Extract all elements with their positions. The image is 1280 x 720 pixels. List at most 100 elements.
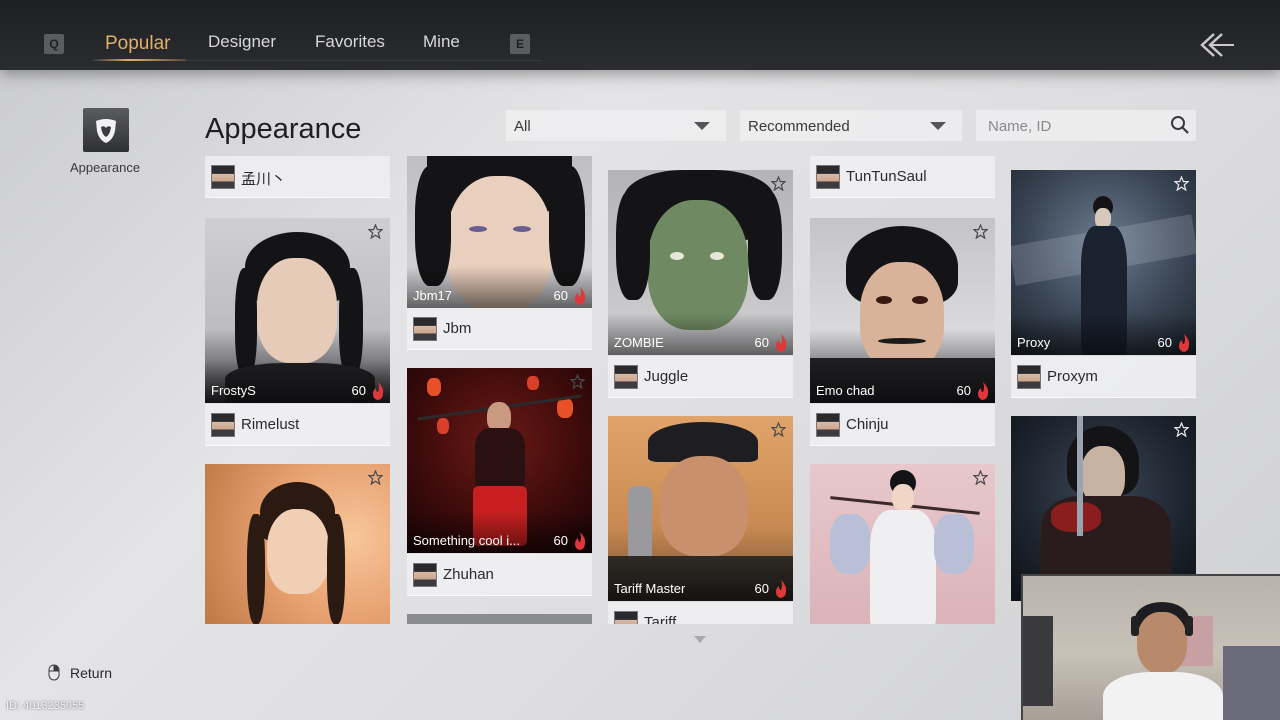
card-author-bar: 孟川丶	[205, 156, 390, 198]
appearance-card[interactable]: Tariff Master 60 Tariff...	[608, 416, 793, 624]
avatar	[816, 165, 840, 189]
star-icon[interactable]	[973, 224, 988, 239]
appearance-card[interactable]: Proxy 60 Proxym	[1011, 170, 1196, 398]
card-popularity: 60	[956, 383, 971, 398]
q-key-hint[interactable]: Q	[44, 34, 64, 54]
star-icon[interactable]	[368, 224, 383, 239]
card-author-bar: Juggle	[608, 356, 793, 398]
avatar	[614, 611, 638, 624]
card-author-bar: Chinju	[810, 404, 995, 446]
card-popularity: 60	[553, 288, 568, 303]
search-box[interactable]	[976, 110, 1196, 141]
card-thumbnail: Proxy 60	[1011, 170, 1196, 355]
star-icon[interactable]	[771, 422, 786, 437]
sidebar-item-appearance[interactable]	[83, 108, 129, 152]
card-author-bar: Rimelust	[205, 404, 390, 446]
star-icon[interactable]	[368, 470, 383, 485]
tab-favorites[interactable]: Favorites	[315, 32, 385, 52]
e-key-hint[interactable]: E	[510, 34, 530, 54]
flame-icon	[575, 532, 586, 550]
avatar	[413, 563, 437, 587]
card-popularity: 60	[553, 533, 568, 548]
card-thumbnail: FrostyS 60	[205, 218, 390, 403]
card-popularity: 60	[754, 581, 769, 596]
appearance-card[interactable]	[407, 614, 592, 624]
avatar	[211, 413, 235, 437]
avatar	[816, 413, 840, 437]
star-icon[interactable]	[771, 176, 786, 191]
card-design-name: Jbm17	[413, 288, 453, 303]
sort-dropdown[interactable]: Recommended	[740, 110, 962, 141]
card-thumbnail: Jbm17 60	[407, 156, 592, 308]
card-author: Tariff...	[644, 614, 689, 624]
star-icon[interactable]	[1174, 422, 1189, 437]
card-thumbnail: ZOMBIE 60	[608, 170, 793, 355]
flame-icon	[373, 382, 384, 400]
sort-dropdown-value: Recommended	[748, 118, 850, 135]
appearance-card[interactable]: 孟川丶	[205, 156, 390, 200]
appearance-card[interactable]: FrostyS 60 Rimelust	[205, 218, 390, 446]
appearance-mask-icon	[96, 119, 116, 143]
card-thumbnail	[205, 464, 390, 624]
active-tab-underline	[92, 59, 186, 61]
flame-icon	[575, 287, 586, 305]
flame-icon	[1179, 334, 1190, 352]
card-thumbnail: Emo chad 60	[810, 218, 995, 403]
appearance-card[interactable]	[810, 464, 995, 624]
appearance-card[interactable]	[205, 464, 390, 624]
appearance-grid: 孟川丶 FrostyS 60 Rimelust Jbm17 60 Jbm Som…	[200, 150, 1210, 624]
flame-icon	[776, 334, 787, 352]
card-design-name: Tariff Master	[614, 581, 686, 596]
star-icon[interactable]	[973, 470, 988, 485]
appearance-card[interactable]: Something cool i... 60 Zhuhan	[407, 368, 592, 596]
tab-popular[interactable]: Popular	[105, 33, 171, 55]
card-author: Juggle	[644, 368, 689, 385]
avatar	[1017, 365, 1041, 389]
category-dropdown[interactable]: All	[506, 110, 726, 141]
card-author: Jbm	[443, 320, 472, 337]
appearance-card[interactable]: Emo chad 60 Chinju	[810, 218, 995, 446]
card-thumbnail	[810, 464, 995, 624]
card-author: Proxym	[1047, 368, 1098, 385]
card-design-name: Emo chad	[816, 383, 875, 398]
card-design-name: ZOMBIE	[614, 335, 664, 350]
appearance-card[interactable]: Jbm17 60 Jbm	[407, 156, 592, 351]
category-dropdown-value: All	[514, 118, 531, 135]
search-input[interactable]	[988, 116, 1168, 136]
card-popularity: 60	[1157, 335, 1172, 350]
card-thumbnail	[407, 614, 592, 624]
scroll-down-indicator[interactable]	[694, 636, 706, 643]
appearance-card[interactable]: TunTunSaul	[810, 156, 995, 200]
card-author-bar: Jbm	[407, 308, 592, 350]
return-label: Return	[70, 664, 113, 681]
top-nav-bar: Q Popular Designer Favorites Mine E	[0, 0, 1280, 70]
flame-icon	[776, 580, 787, 598]
mouse-icon	[48, 664, 60, 681]
search-icon[interactable]	[1170, 115, 1190, 135]
player-id: ID: 4013235055	[6, 700, 85, 712]
card-design-name: Something cool i...	[413, 533, 520, 548]
back-button[interactable]	[1196, 30, 1236, 60]
webcam-overlay	[1021, 574, 1280, 720]
page-title: Appearance	[205, 113, 362, 145]
card-thumbnail: Tariff Master 60	[608, 416, 793, 601]
tab-designer[interactable]: Designer	[208, 32, 276, 52]
card-author-bar: Proxym	[1011, 356, 1196, 398]
star-icon[interactable]	[570, 374, 585, 389]
star-icon[interactable]	[1174, 176, 1189, 191]
card-author: TunTunSaul	[846, 168, 927, 185]
chevron-down-icon	[694, 122, 710, 130]
card-popularity: 60	[351, 383, 366, 398]
return-button[interactable]: Return	[48, 664, 112, 681]
card-popularity: 60	[754, 335, 769, 350]
avatar	[614, 365, 638, 389]
sidebar-label-appearance: Appearance	[69, 160, 141, 175]
avatar	[211, 165, 235, 189]
back-arrow-icon	[1200, 33, 1234, 57]
tab-mine[interactable]: Mine	[423, 32, 460, 52]
appearance-card[interactable]: ZOMBIE 60 Juggle	[608, 170, 793, 398]
card-author-bar: Zhuhan	[407, 554, 592, 596]
card-author: Zhuhan	[443, 566, 494, 583]
chevron-down-icon	[930, 122, 946, 130]
card-design-name: FrostyS	[211, 383, 256, 398]
